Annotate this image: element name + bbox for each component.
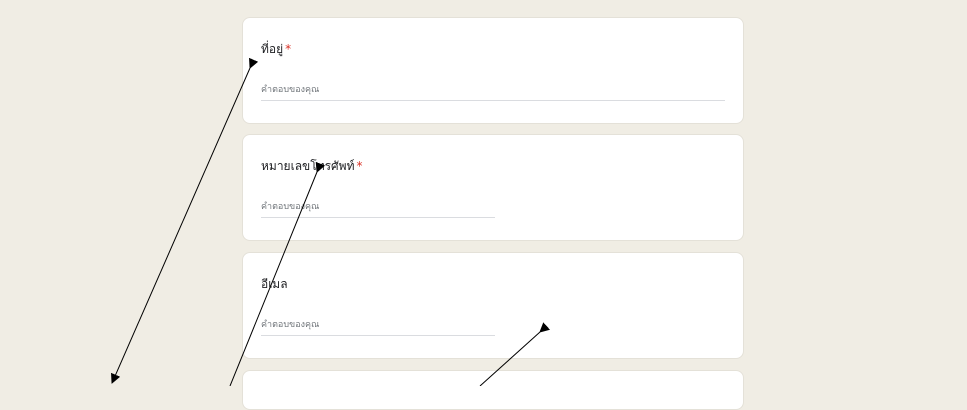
required-asterisk: * (285, 42, 292, 56)
address-input-placeholder: คำตอบของคุณ (261, 85, 320, 95)
question-card-email: อีเมล คำตอบของคุณ (242, 252, 744, 359)
question-card-next (242, 370, 744, 410)
question-card-phone: หมายเลขโทรศัพท์ * คำตอบของคุณ (242, 134, 744, 241)
annotation-arrow-address (111, 57, 259, 384)
email-input-placeholder: คำตอบของคุณ (261, 320, 320, 330)
question-title-address: ที่อยู่ * (261, 40, 291, 59)
question-label-phone: หมายเลขโทรศัพท์ (261, 159, 355, 173)
question-card-address: ที่อยู่ * คำตอบของคุณ (242, 17, 744, 124)
address-input[interactable]: คำตอบของคุณ (261, 82, 725, 101)
email-input[interactable]: คำตอบของคุณ (261, 317, 495, 336)
question-label-email: อีเมล (261, 277, 288, 291)
question-title-email: อีเมล (261, 275, 288, 294)
required-asterisk: * (356, 159, 363, 173)
phone-input-placeholder: คำตอบของคุณ (261, 202, 320, 212)
question-label-address: ที่อยู่ (261, 42, 284, 56)
question-title-phone: หมายเลขโทรศัพท์ * (261, 157, 363, 176)
phone-input[interactable]: คำตอบของคุณ (261, 199, 495, 218)
